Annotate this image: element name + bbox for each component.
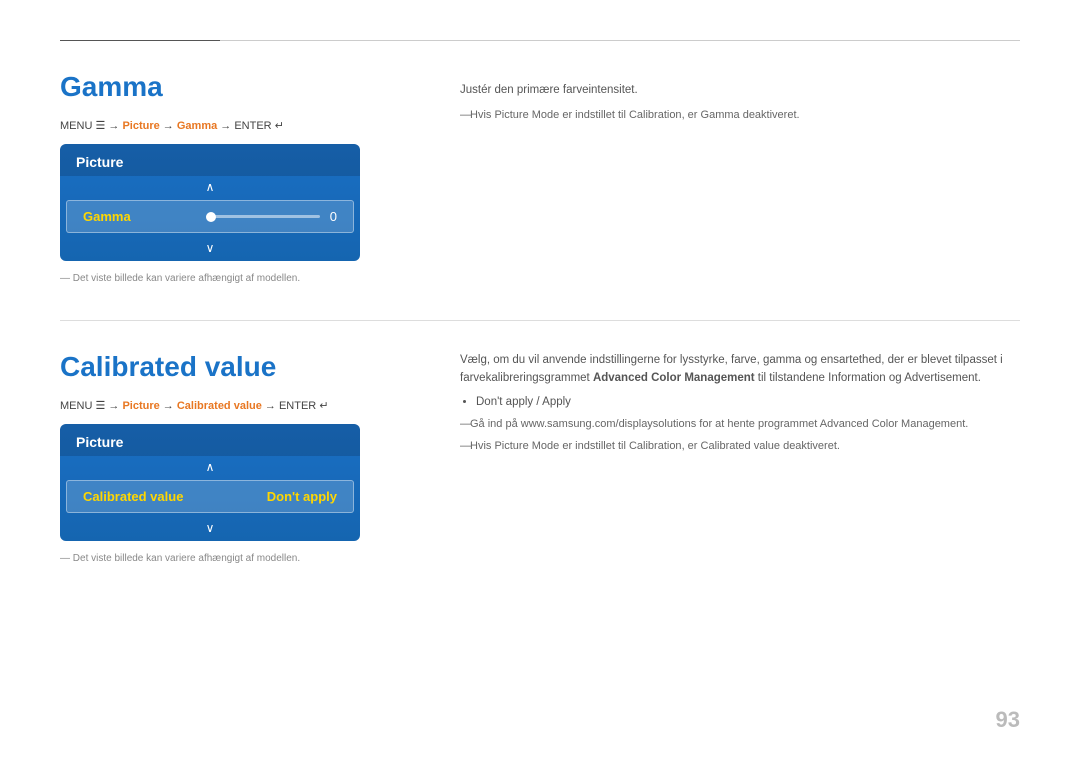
acm-ref1: Advanced Color Management bbox=[593, 372, 755, 384]
calibrated-bullet-list: Don't apply / Apply bbox=[476, 396, 1020, 408]
gamma-tv-header: Picture bbox=[60, 144, 360, 176]
calibrated-desc: Vælg, om du vil anvende indstillingerne … bbox=[460, 351, 1020, 388]
gamma-section: Gamma MENU ☰ → Picture → Gamma → ENTER ↵… bbox=[60, 71, 1020, 284]
calibrated-menu-item2: Calibrated value bbox=[177, 400, 262, 412]
page-number: 93 bbox=[996, 707, 1020, 733]
calibrated-tv-box: Picture ∧ Calibrated value Don't apply ∨ bbox=[60, 424, 360, 541]
menu-prefix2: MENU bbox=[60, 400, 92, 412]
gamma-note: Det viste billede kan variere afhængigt … bbox=[60, 273, 420, 284]
arrow4: → ENTER bbox=[265, 400, 319, 412]
gamma-row-value: 0 bbox=[330, 209, 337, 224]
gamma-left-col: Gamma MENU ☰ → Picture → Gamma → ENTER ↵… bbox=[60, 71, 420, 284]
arrow2: → ENTER bbox=[220, 120, 274, 132]
gamma-desc: Justér den primære farveintensitet. bbox=[460, 81, 1020, 99]
gamma-title: Gamma bbox=[60, 71, 420, 103]
calibrated-row-label: Calibrated value bbox=[83, 489, 267, 504]
menu-symbol2: ☰ → bbox=[95, 400, 122, 412]
gamma-menu-path: MENU ☰ → Picture → Gamma → ENTER ↵ bbox=[60, 119, 420, 132]
calibrated-row-value: Don't apply bbox=[267, 489, 337, 504]
arrow3: → bbox=[163, 400, 177, 412]
menu-symbol: ☰ → bbox=[95, 120, 122, 132]
calibrated-arrow-down: ∨ bbox=[60, 515, 360, 541]
dont-apply-option: Don't apply bbox=[476, 396, 533, 408]
calibrated-tv-row: Calibrated value Don't apply bbox=[66, 480, 354, 513]
calibrated-menu-path: MENU ☰ → Picture → Calibrated value → EN… bbox=[60, 399, 420, 412]
calibrated-left-col: Calibrated value MENU ☰ → Picture → Cali… bbox=[60, 351, 420, 564]
calibrated-tv-header: Picture bbox=[60, 424, 360, 456]
calibration-ref1: Calibration bbox=[629, 109, 682, 121]
picture-mode-ref2: Picture Mode bbox=[494, 440, 559, 452]
gamma-slider bbox=[206, 215, 319, 218]
arrow1: → bbox=[163, 120, 177, 132]
gamma-tv-box: Picture ∧ Gamma 0 ∨ bbox=[60, 144, 360, 261]
mid-divider bbox=[60, 320, 1020, 321]
calibrated-dash1: Gå ind på www.samsung.com/displaysolutio… bbox=[460, 416, 1020, 433]
gamma-menu-item1: Picture bbox=[122, 120, 159, 132]
gamma-right-col: Justér den primære farveintensitet. Hvis… bbox=[460, 71, 1020, 284]
gamma-arrow-up: ∧ bbox=[60, 176, 360, 198]
calibrated-value-ref: Calibrated value bbox=[701, 440, 781, 452]
apply-option: Apply bbox=[542, 396, 571, 408]
gamma-row-label: Gamma bbox=[83, 209, 196, 224]
calibrated-right-col: Vælg, om du vil anvende indstillingerne … bbox=[460, 351, 1020, 564]
calibrated-menu-item1: Picture bbox=[122, 400, 159, 412]
calibration-ref2: Calibration bbox=[629, 440, 682, 452]
calibrated-note: Det viste billede kan variere afhængigt … bbox=[60, 553, 420, 564]
gamma-dash-note: Hvis Picture Mode er indstillet til Cali… bbox=[460, 107, 1020, 124]
gamma-arrow-down: ∨ bbox=[60, 235, 360, 261]
top-divider bbox=[60, 40, 1020, 41]
calibrated-value-section: Calibrated value MENU ☰ → Picture → Cali… bbox=[60, 351, 1020, 564]
enter-symbol: ↵ bbox=[275, 120, 284, 132]
gamma-ref: Gamma bbox=[701, 109, 740, 121]
calibrated-dash2: Hvis Picture Mode er indstillet til Cali… bbox=[460, 438, 1020, 455]
acm-ref2: Advanced Color Management bbox=[820, 418, 966, 430]
gamma-menu-item2: Gamma bbox=[177, 120, 217, 132]
page: Gamma MENU ☰ → Picture → Gamma → ENTER ↵… bbox=[0, 0, 1080, 763]
menu-prefix: MENU bbox=[60, 120, 92, 132]
picture-mode-ref1: Picture Mode bbox=[494, 109, 559, 121]
calibrated-arrow-up: ∧ bbox=[60, 456, 360, 478]
calibrated-title: Calibrated value bbox=[60, 351, 420, 383]
enter-symbol2: ↵ bbox=[319, 400, 328, 412]
gamma-tv-row: Gamma 0 bbox=[66, 200, 354, 233]
calibrated-bullet-item: Don't apply / Apply bbox=[476, 396, 1020, 408]
